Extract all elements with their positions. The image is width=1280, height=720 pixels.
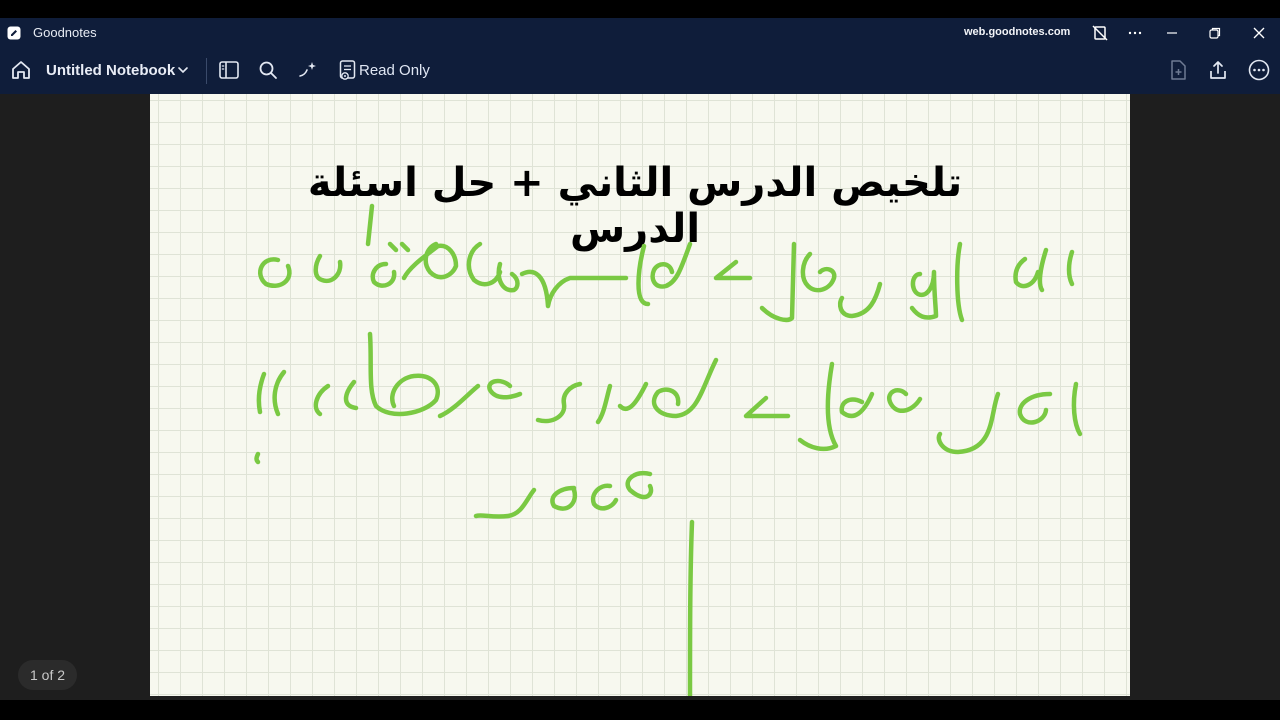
canvas-area: تلخيص الدرس الثاني + حل اسئلة الدرس 1 of… — [0, 94, 1280, 700]
app-title: Goodnotes — [33, 25, 97, 40]
no-screenshot-icon[interactable] — [1091, 24, 1109, 42]
read-only-label: Read Only — [359, 62, 430, 79]
title-bar: Goodnotes web.goodnotes.com — [0, 18, 1280, 48]
sidebar-icon[interactable] — [217, 58, 241, 82]
toolbar: Untitled Notebook Read Only — [0, 48, 1280, 94]
minimize-icon[interactable] — [1163, 24, 1181, 42]
app-window: Goodnotes web.goodnotes.com Untitled Not… — [0, 18, 1280, 700]
more-circle-icon[interactable] — [1247, 58, 1271, 82]
more-horizontal-icon[interactable] — [1126, 24, 1144, 42]
restore-icon[interactable] — [1206, 24, 1224, 42]
search-icon[interactable] — [256, 58, 280, 82]
ai-sparkle-icon[interactable] — [296, 58, 320, 82]
toolbar-divider — [206, 58, 207, 84]
add-page-icon[interactable] — [1166, 58, 1190, 82]
handwriting-ink — [254, 203, 1083, 696]
chevron-down-icon[interactable] — [174, 61, 192, 79]
screen: Goodnotes web.goodnotes.com Untitled Not… — [0, 0, 1280, 720]
url-label: web.goodnotes.com — [964, 26, 1071, 38]
notebook-page[interactable]: تلخيص الدرس الثاني + حل اسئلة الدرس — [150, 94, 1130, 696]
share-icon[interactable] — [1206, 58, 1230, 82]
close-icon[interactable] — [1250, 24, 1268, 42]
notebook-title[interactable]: Untitled Notebook — [46, 62, 175, 79]
read-only-icon — [339, 60, 356, 80]
page-counter[interactable]: 1 of 2 — [18, 660, 78, 690]
home-icon[interactable] — [9, 58, 33, 82]
app-logo-icon — [7, 26, 21, 40]
